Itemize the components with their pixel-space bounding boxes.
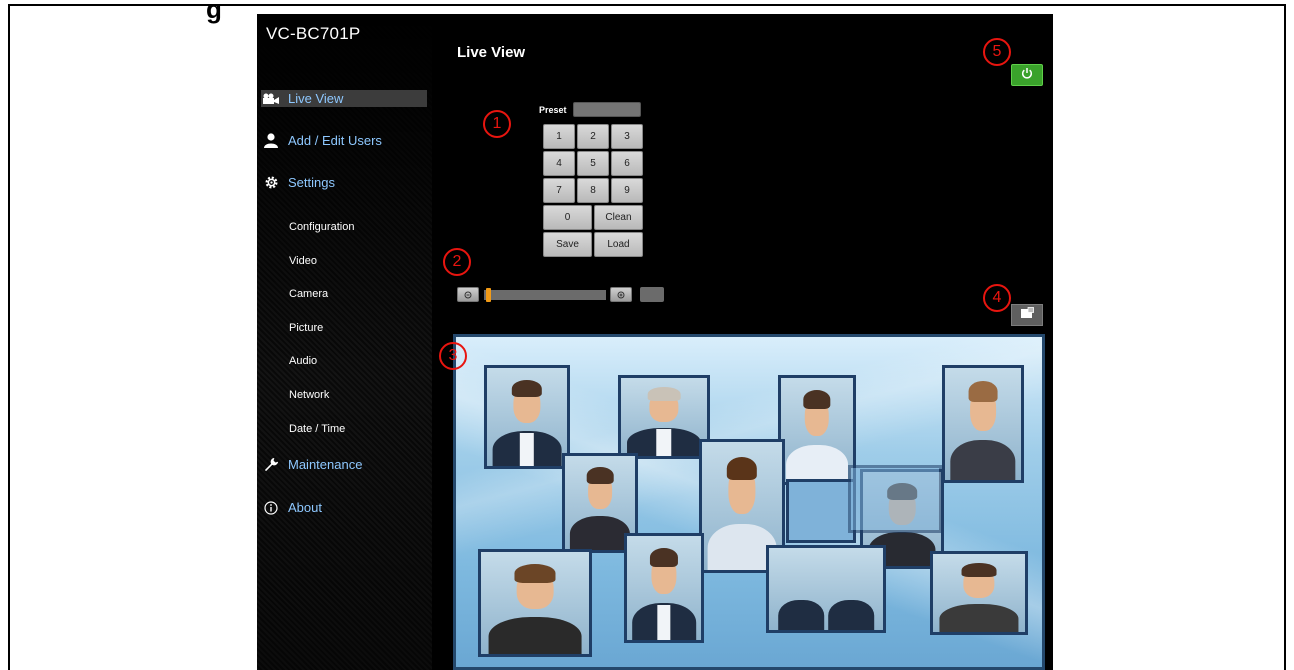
- video-panel: [786, 479, 856, 543]
- gear-icon: [261, 175, 281, 191]
- zoom-out-icon: [463, 286, 473, 304]
- preset-keypad: 1 2 3 4 5 6 7 8 9 0 Clean Save Load: [543, 124, 643, 261]
- key-1[interactable]: 1: [543, 124, 575, 149]
- sidebar-item-users[interactable]: Add / Edit Users: [261, 132, 427, 149]
- key-4[interactable]: 4: [543, 151, 575, 176]
- zoom-value-field: [640, 287, 664, 302]
- callout-marker: 5: [983, 38, 1011, 66]
- sidebar-item-maintenance[interactable]: Maintenance: [261, 456, 427, 473]
- video-tile: [484, 365, 570, 469]
- sidebar-item-label: About: [288, 500, 322, 515]
- key-7[interactable]: 7: [543, 178, 575, 203]
- video-tile: [618, 375, 710, 459]
- page-title: Live View: [457, 44, 526, 61]
- sidebar-subitem-date-time[interactable]: Date / Time: [289, 423, 464, 435]
- save-button[interactable]: Save: [543, 232, 592, 257]
- video-tile: [930, 551, 1028, 635]
- info-icon: [261, 500, 281, 516]
- zoom-in-icon: [616, 286, 626, 304]
- callout-marker: 4: [983, 284, 1011, 312]
- zoom-in-button[interactable]: [610, 287, 632, 302]
- clean-button[interactable]: Clean: [594, 205, 643, 230]
- live-video-view[interactable]: [453, 334, 1045, 670]
- zoom-control: [457, 287, 667, 303]
- fullscreen-icon: [1020, 306, 1034, 324]
- sidebar-item-settings[interactable]: Settings: [261, 174, 427, 191]
- video-tile: [778, 375, 856, 485]
- power-icon: [1021, 66, 1033, 84]
- key-5[interactable]: 5: [577, 151, 609, 176]
- video-tile: [766, 545, 886, 633]
- sidebar-subitem-audio[interactable]: Audio: [289, 355, 464, 367]
- wrench-icon: [261, 457, 281, 473]
- power-button[interactable]: [1011, 64, 1043, 86]
- user-icon: [261, 133, 281, 149]
- sidebar-subitem-network[interactable]: Network: [289, 389, 464, 401]
- brand-title: VC-BC701P: [266, 24, 361, 43]
- sidebar-subitem-configuration[interactable]: Configuration: [289, 221, 464, 233]
- zoom-slider[interactable]: [484, 288, 606, 302]
- key-8[interactable]: 8: [577, 178, 609, 203]
- zoom-slider-thumb[interactable]: [486, 288, 492, 302]
- video-tile: [624, 533, 704, 643]
- preset-input[interactable]: [573, 102, 641, 117]
- callout-marker: 1: [483, 110, 511, 138]
- sidebar-item-label: Add / Edit Users: [288, 133, 382, 148]
- preset-label: Preset: [539, 105, 567, 115]
- web-ui: VC-BC701P Live View Add / Edit Users Set…: [257, 14, 1053, 670]
- sidebar-item-live-view[interactable]: Live View: [261, 90, 427, 107]
- key-3[interactable]: 3: [611, 124, 643, 149]
- fullscreen-button[interactable]: [1011, 304, 1043, 326]
- video-panel: [848, 465, 942, 533]
- sidebar-item-label: Maintenance: [288, 457, 363, 472]
- sidebar-subitem-picture[interactable]: Picture: [289, 322, 464, 334]
- sidebar: VC-BC701P Live View Add / Edit Users Set…: [257, 14, 432, 670]
- video-tile: [942, 365, 1024, 483]
- video-camera-icon: [261, 91, 281, 107]
- sidebar-subitem-camera[interactable]: Camera: [289, 288, 464, 300]
- key-6[interactable]: 6: [611, 151, 643, 176]
- sidebar-item-about[interactable]: About: [261, 499, 427, 516]
- load-button[interactable]: Load: [594, 232, 643, 257]
- key-9[interactable]: 9: [611, 178, 643, 203]
- heading-fragment: g: [206, 0, 222, 24]
- sidebar-item-label: Settings: [288, 175, 335, 190]
- sidebar-subitem-video[interactable]: Video: [289, 255, 464, 267]
- key-2[interactable]: 2: [577, 124, 609, 149]
- sidebar-item-label: Live View: [288, 91, 344, 106]
- key-0[interactable]: 0: [543, 205, 592, 230]
- video-tile: [478, 549, 592, 657]
